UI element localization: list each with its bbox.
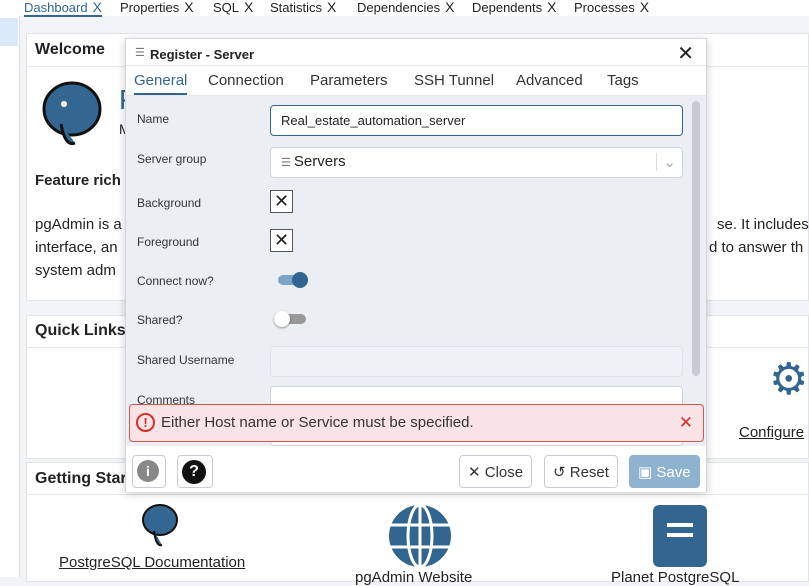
name-input[interactable]: Real_estate_automation_server [270,105,683,136]
quick-links-title: Quick Links [35,322,126,339]
tab-label: Statistics [270,0,323,15]
name-label: Name [137,112,170,126]
tab-bar: Dashboard X Properties X SQL X Statistics X … [0,0,809,17]
info-button[interactable]: i [132,455,166,488]
close-icon[interactable]: X [547,0,556,15]
connect-now-label: Connect now? [137,274,214,288]
dialog-title: Register - Server [150,47,255,62]
tab-label: Dependents [472,0,543,15]
close-icon[interactable]: ✕ [677,41,694,66]
tab-parameters[interactable]: Parameters [310,72,388,89]
help-button[interactable]: ? [177,455,213,488]
foreground-color-picker[interactable]: ✕ [270,229,293,252]
register-server-dialog: ☰ Register - Server ✕ General Connection… [125,38,707,492]
gear-icon[interactable]: ⚙ [769,354,808,405]
close-label: Close [484,464,524,481]
foreground-label: Foreground [137,235,200,249]
save-button[interactable]: ▣ Save [629,455,700,488]
configure-link[interactable]: Configure [739,424,804,441]
description-line: interface, an [35,239,118,256]
close-icon[interactable]: X [93,0,102,15]
info-icon: i [137,460,159,482]
planet-postgresql-link[interactable]: Planet PostgreSQL [611,569,739,586]
chevron-down-icon[interactable]: ⌄ [656,153,676,171]
server-icon: ☰ [281,157,294,169]
description-line: se. It includes [717,216,809,233]
reset-icon: ↺ [553,464,570,481]
tab-label: Dependencies [357,0,441,15]
shared-username-input[interactable] [270,346,683,377]
alert-icon: ! [136,413,155,432]
postgresql-icon [142,504,178,547]
close-icon: ✕ [468,464,485,481]
dialog-tabs: General Connection Parameters SSH Tunnel… [126,66,706,96]
server-group-label: Server group [137,152,207,166]
tab-label: Processes [574,0,635,15]
tab-connection[interactable]: Connection [208,72,284,89]
close-icon[interactable]: X [184,0,193,15]
scrollbar[interactable] [692,101,700,376]
tab-label: Dashboard [24,0,88,15]
tab-processes[interactable]: Processes X [574,0,649,15]
tab-advanced[interactable]: Advanced [516,72,583,89]
close-icon[interactable]: X [244,0,253,15]
help-icon: ? [182,460,206,484]
book-icon [653,505,707,567]
tab-ssh-tunnel[interactable]: SSH Tunnel [414,72,494,89]
tab-general[interactable]: General [134,72,188,95]
reset-button[interactable]: ↺ Reset [544,455,618,488]
description-line: d to answer th [709,239,804,256]
close-icon[interactable]: X [640,0,649,15]
connect-now-toggle[interactable] [278,272,308,288]
tab-dependencies[interactable]: Dependencies X [357,0,454,15]
dialog-footer: i ? ✕ Close ↺ Reset ▣ Save [126,446,706,492]
background-label: Background [137,196,202,210]
save-icon: ▣ [638,464,657,481]
close-icon[interactable]: X [327,0,336,15]
tab-label: Properties [120,0,180,15]
shared-label: Shared? [137,313,183,327]
save-label: Save [656,464,691,481]
pgadmin-website-link[interactable]: pgAdmin Website [355,569,472,586]
object-explorer-strip [0,16,20,577]
dialog-titlebar[interactable]: ☰ Register - Server ✕ [126,39,706,66]
getting-started-title: Getting Start [35,470,132,487]
selected-tree-item[interactable] [0,18,18,46]
server-icon: ☰ [135,47,145,59]
postgresql-docs-link[interactable]: PostgreSQL Documentation [59,554,245,571]
tab-statistics[interactable]: Statistics X [270,0,336,15]
close-icon[interactable]: ✕ [679,413,693,433]
postgresql-logo-icon [42,81,102,146]
shared-username-label: Shared Username [137,353,235,367]
error-message: Either Host name or Service must be spec… [161,414,474,431]
feature-heading: Feature rich [35,172,121,189]
globe-icon [389,503,451,569]
error-banner: ! Either Host name or Service must be sp… [129,404,704,442]
welcome-title: Welcome [35,41,105,58]
background-color-picker[interactable]: ✕ [270,190,293,213]
server-group-value: Servers [293,153,346,170]
tab-tags[interactable]: Tags [607,72,639,89]
dialog-body: Name Real_estate_automation_server Serve… [126,96,706,446]
reset-label: Reset [569,464,609,481]
tab-dependents[interactable]: Dependents X [472,0,556,15]
shared-toggle[interactable] [274,311,306,327]
close-icon[interactable]: X [445,0,454,15]
server-group-select[interactable]: ☰ Servers ⌄ [270,147,683,178]
tab-sql[interactable]: SQL X [213,0,253,15]
tab-dashboard[interactable]: Dashboard X [24,0,102,17]
description-line: system adm [35,262,116,279]
description-line: pgAdmin is a [35,216,122,233]
close-button[interactable]: ✕ Close [459,455,533,488]
tab-label: SQL [213,0,240,15]
tab-properties[interactable]: Properties X [120,0,194,15]
